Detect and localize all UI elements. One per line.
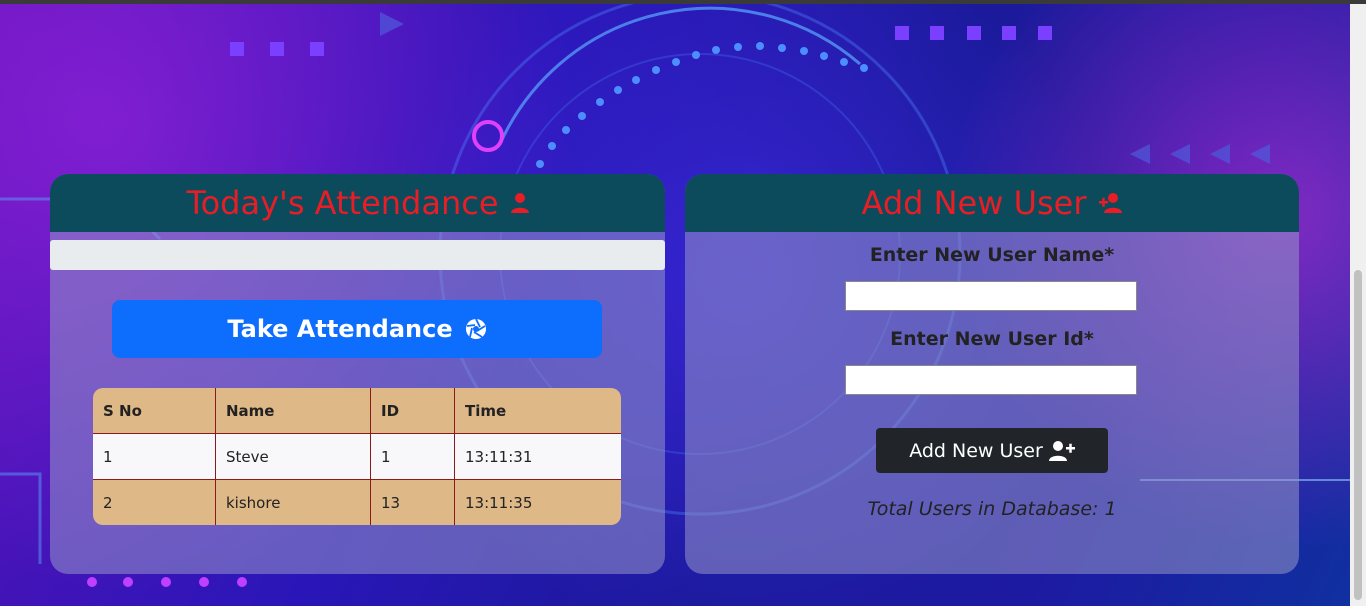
- user-id-label: Enter New User Id*: [890, 328, 1094, 350]
- column-header-sno: S No: [93, 388, 216, 434]
- add-new-user-button[interactable]: Add New User: [876, 428, 1108, 473]
- add-user-card: Add New User Enter New User Name* Enter …: [685, 174, 1299, 574]
- total-users-text: Total Users in Database: 1: [867, 498, 1117, 520]
- camera-shutter-icon: [465, 318, 487, 340]
- column-header-name: Name: [215, 388, 371, 434]
- cell-sno: 1: [93, 433, 216, 480]
- cell-id: 13: [370, 479, 455, 525]
- cell-time: 13:11:35: [454, 479, 621, 525]
- cell-name: kishore: [215, 479, 371, 525]
- cell-time: 13:11:31: [454, 433, 621, 480]
- column-header-time: Time: [454, 388, 621, 434]
- add-user-header: Add New User: [685, 174, 1299, 232]
- attendance-card: Today's Attendance Take Attendance S No …: [50, 174, 665, 574]
- user-name-label: Enter New User Name*: [869, 244, 1115, 266]
- column-header-id: ID: [370, 388, 455, 434]
- add-user-title: Add New User: [861, 184, 1087, 222]
- user-plus-icon: [1098, 193, 1123, 213]
- cell-id: 1: [370, 433, 455, 480]
- user-id-input[interactable]: [845, 365, 1137, 395]
- scrollbar-thumb[interactable]: [1354, 270, 1362, 600]
- user-name-input[interactable]: [845, 281, 1137, 311]
- attendance-header: Today's Attendance: [50, 174, 665, 232]
- cell-sno: 2: [93, 479, 216, 525]
- attendance-table: S No Name ID Time 1 Steve 1 13:11:31 2 k…: [93, 388, 621, 525]
- user-plus-icon: [1048, 440, 1075, 461]
- take-attendance-button[interactable]: Take Attendance: [112, 300, 602, 358]
- table-row: 1 Steve 1 13:11:31: [93, 433, 621, 480]
- take-attendance-label: Take Attendance: [227, 315, 453, 343]
- page-scrollbar[interactable]: [1350, 4, 1366, 606]
- progress-bar: [50, 240, 665, 270]
- cell-name: Steve: [215, 433, 371, 480]
- table-row: 2 kishore 13 13:11:35: [93, 479, 621, 525]
- table-header-row: S No Name ID Time: [93, 388, 621, 434]
- add-new-user-label: Add New User: [909, 439, 1043, 462]
- attendance-title: Today's Attendance: [186, 184, 499, 222]
- user-icon: [510, 193, 529, 213]
